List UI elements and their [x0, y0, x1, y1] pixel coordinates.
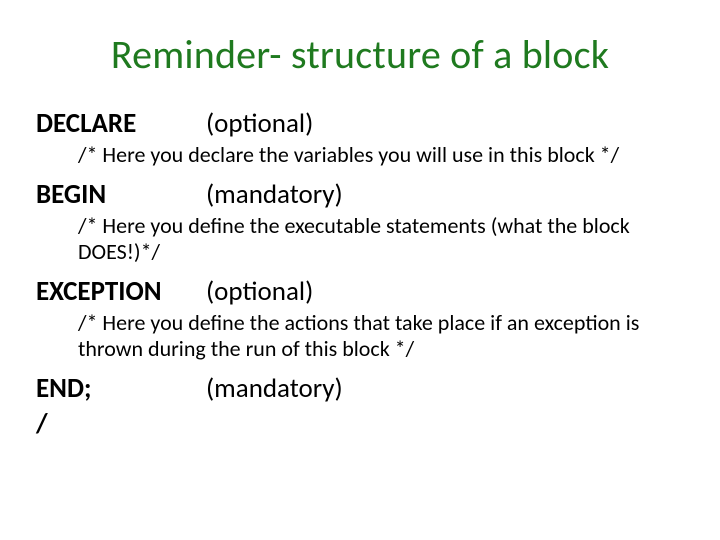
- note-begin: (mandatory): [206, 178, 343, 211]
- note-exception: (optional): [206, 275, 313, 308]
- row-end: END; (mandatory): [36, 372, 684, 405]
- keyword-begin: BEGIN: [36, 178, 206, 211]
- keyword-end: END;: [36, 372, 206, 405]
- terminator-slash: /: [36, 407, 206, 440]
- row-terminator: /: [36, 407, 684, 440]
- row-begin: BEGIN (mandatory): [36, 178, 684, 211]
- comment-declare: /* Here you declare the variables you wi…: [78, 142, 684, 168]
- slide: Reminder- structure of a block DECLARE (…: [0, 0, 720, 540]
- keyword-exception: EXCEPTION: [36, 275, 206, 308]
- slide-title: Reminder- structure of a block: [36, 30, 684, 79]
- keyword-declare: DECLARE: [36, 107, 206, 140]
- row-exception: EXCEPTION (optional): [36, 275, 684, 308]
- comment-exception: /* Here you define the actions that take…: [78, 310, 684, 362]
- note-end: (mandatory): [206, 372, 343, 405]
- comment-begin: /* Here you define the executable statem…: [78, 213, 684, 265]
- row-declare: DECLARE (optional): [36, 107, 684, 140]
- note-declare: (optional): [206, 107, 313, 140]
